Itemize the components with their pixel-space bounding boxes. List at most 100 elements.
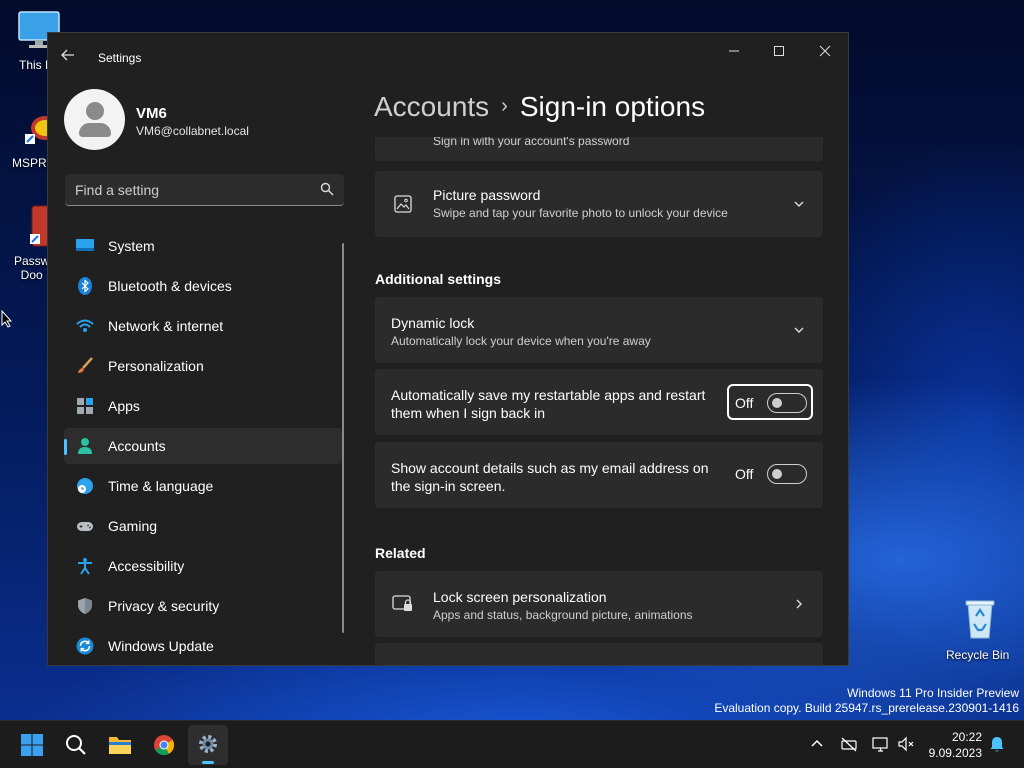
lock-screen-title: Lock screen personalization — [433, 589, 607, 605]
folder-icon — [109, 737, 131, 754]
sidebar-item-gaming[interactable]: Gaming — [64, 508, 342, 544]
sidebar-item-label: Network & internet — [108, 318, 224, 334]
chevron-down-icon[interactable] — [793, 198, 805, 210]
taskbar-search-button[interactable] — [56, 725, 96, 765]
bluetooth-icon — [78, 277, 92, 295]
breadcrumb-parent[interactable]: Accounts — [374, 91, 489, 122]
toggle-switch[interactable] — [767, 464, 807, 484]
search-icon — [66, 735, 86, 755]
toggle-state-label: Off — [735, 395, 754, 411]
breadcrumb: Accounts › Sign-in options — [374, 91, 705, 123]
toggle-knob — [772, 469, 782, 479]
chevron-down-icon[interactable] — [793, 324, 805, 336]
notification-bell-icon[interactable] — [988, 735, 1006, 753]
apps-icon — [77, 398, 93, 414]
sidebar-item-accessibility[interactable]: Accessibility — [64, 548, 342, 584]
page-title: Sign-in options — [519, 91, 706, 122]
related-heading: Related — [375, 545, 426, 561]
sidebar-item-apps[interactable]: Apps — [64, 388, 342, 424]
maximize-button[interactable] — [761, 41, 797, 61]
picture-icon — [394, 195, 412, 213]
sidebar-item-windows-update[interactable]: Windows Update — [64, 628, 342, 664]
chevron-right-icon[interactable] — [793, 598, 805, 610]
desktop-icon-label: Passw Doo — [14, 254, 50, 282]
account-details-title-line2: the sign-in screen. — [391, 478, 506, 494]
network-disconnected-icon[interactable] — [840, 735, 858, 753]
search-input[interactable] — [75, 180, 305, 200]
app-title: Settings — [98, 51, 142, 65]
toggle-switch[interactable] — [767, 393, 807, 413]
settings-taskbar-button[interactable] — [188, 725, 228, 765]
content-area: Sign in with your account's password Pic… — [375, 137, 823, 665]
picture-password-subtitle: Swipe and tap your favorite photo to unl… — [433, 206, 728, 220]
file-explorer-button[interactable] — [100, 725, 140, 765]
avatar-body — [79, 123, 111, 137]
update-icon — [76, 637, 94, 655]
gear-icon — [199, 735, 217, 753]
sidebar-item-system[interactable]: System — [64, 228, 342, 264]
dynamic-lock-card[interactable]: Dynamic lock Automatically lock your dev… — [375, 297, 823, 363]
picture-password-card[interactable]: Picture password Swipe and tap your favo… — [375, 171, 823, 237]
mouse-cursor-icon — [1, 309, 13, 333]
restart-apps-toggle[interactable]: Off — [727, 384, 813, 420]
lock-screen-icon — [392, 595, 412, 611]
account-details-toggle[interactable]: Off — [727, 457, 813, 493]
toggle-state-label: Off — [735, 466, 754, 482]
restart-apps-card: Automatically save my restartable apps a… — [375, 369, 823, 435]
active-indicator — [202, 761, 214, 764]
sidebar-item-label: Privacy & security — [108, 598, 220, 614]
network-icon — [76, 319, 94, 332]
sidebar-scrollbar[interactable] — [342, 243, 344, 633]
close-button[interactable] — [807, 41, 843, 61]
account-details-card: Show account details such as my email ad… — [375, 442, 823, 508]
sidebar-item-bluetooth[interactable]: Bluetooth & devices — [64, 268, 342, 304]
recycle-bin-icon — [940, 598, 1020, 643]
sidebar-item-privacy[interactable]: Privacy & security — [64, 588, 342, 624]
close-icon — [819, 45, 831, 57]
minimize-button[interactable] — [716, 41, 752, 61]
account-details-title-line1: Show account details such as my email ad… — [391, 460, 709, 476]
system-icon — [76, 239, 94, 251]
picture-password-title: Picture password — [433, 187, 541, 203]
title-bar[interactable]: Settings — [48, 33, 848, 81]
chevron-up-icon[interactable] — [808, 735, 826, 753]
minimize-icon — [729, 50, 739, 52]
shield-icon — [78, 598, 92, 614]
volume-muted-icon[interactable] — [897, 735, 915, 753]
brush-icon — [78, 357, 93, 373]
watermark-line-2: Evaluation copy. Build 25947.rs_prerelea… — [714, 701, 1019, 715]
watermark-line-1: Windows 11 Pro Insider Preview — [847, 686, 1019, 700]
password-card[interactable]: Sign in with your account's password — [375, 137, 823, 161]
sidebar-item-label: Bluetooth & devices — [108, 278, 232, 294]
sidebar-item-accounts[interactable]: Accounts — [64, 428, 342, 464]
user-email: VM6@collabnet.local — [136, 124, 249, 138]
user-name: VM6 — [136, 105, 167, 122]
sidebar-item-label: Apps — [108, 398, 140, 414]
sidebar-item-network[interactable]: Network & internet — [64, 308, 342, 344]
lock-screen-card[interactable]: Lock screen personalization Apps and sta… — [375, 571, 823, 637]
globe-icon — [77, 478, 93, 494]
search-box[interactable] — [65, 174, 344, 206]
additional-settings-heading: Additional settings — [375, 271, 501, 287]
desktop-icon-recycle-bin[interactable]: Recycle Bin — [940, 598, 1020, 662]
sidebar-item-label: Personalization — [108, 358, 204, 374]
sidebar-item-label: Accessibility — [108, 558, 185, 574]
restart-apps-title-line1: Automatically save my restartable apps a… — [391, 387, 706, 403]
avatar[interactable] — [64, 89, 125, 150]
clock-date: 9.09.2023 — [928, 746, 982, 760]
back-button[interactable] — [60, 47, 84, 67]
chrome-icon — [154, 735, 175, 756]
next-related-card[interactable] — [375, 643, 823, 665]
sidebar-item-personalization[interactable]: Personalization — [64, 348, 342, 384]
sidebar-item-label: Accounts — [108, 438, 166, 454]
arrow-left-icon — [61, 49, 74, 61]
settings-window: Settings VM6 VM6@collabnet.local System … — [47, 32, 849, 666]
display-icon[interactable] — [872, 735, 890, 753]
dynamic-lock-title: Dynamic lock — [391, 315, 475, 331]
search-icon[interactable] — [320, 182, 334, 196]
clock[interactable]: 20:22 9.09.2023 — [929, 729, 982, 761]
start-button[interactable] — [12, 725, 52, 765]
lock-screen-subtitle: Apps and status, background picture, ani… — [433, 608, 693, 622]
chrome-button[interactable] — [144, 725, 184, 765]
sidebar-item-time-language[interactable]: Time & language — [64, 468, 342, 504]
